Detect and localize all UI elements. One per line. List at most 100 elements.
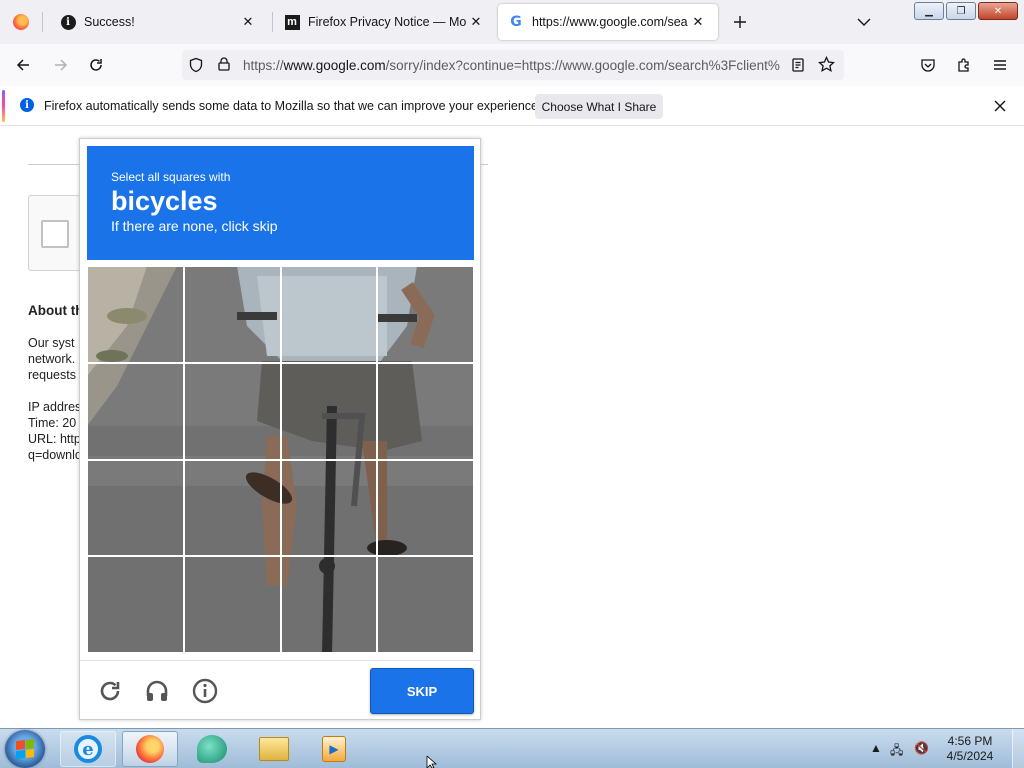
captcha-tile[interactable] bbox=[280, 556, 378, 653]
taskbar-firefox[interactable] bbox=[122, 731, 178, 767]
puzzle-icon bbox=[958, 58, 969, 72]
captcha-tile[interactable] bbox=[183, 362, 281, 460]
captcha-tile[interactable] bbox=[377, 459, 474, 557]
challenge-footer: SKIP bbox=[80, 660, 480, 720]
google-g-icon: G bbox=[510, 14, 522, 30]
captcha-challenge: Select all squares with bicycles If ther… bbox=[79, 138, 481, 720]
reader-view-icon[interactable] bbox=[790, 57, 806, 76]
firefox-view-button[interactable] bbox=[0, 0, 42, 44]
about-line: network. bbox=[28, 352, 76, 366]
reload-icon bbox=[90, 59, 102, 71]
tile-grid bbox=[87, 266, 474, 653]
window-controls: ▁ ❐ ✕ bbox=[914, 2, 1018, 20]
captcha-tile[interactable] bbox=[87, 266, 184, 363]
system-tray: ▲ 🖧 🔇 4:56 PM 4/5/2024 bbox=[866, 729, 1016, 768]
challenge-header: Select all squares with bicycles If ther… bbox=[87, 146, 474, 260]
lock-icon[interactable] bbox=[216, 56, 232, 75]
captcha-tile[interactable] bbox=[87, 459, 184, 557]
taskbar-file-explorer[interactable] bbox=[246, 731, 302, 767]
reload-button[interactable] bbox=[83, 52, 109, 78]
tab-privacy-notice[interactable]: m Firefox Privacy Notice — Mozilla ✕ bbox=[274, 4, 496, 40]
chevron-down-icon bbox=[857, 18, 871, 26]
forward-button[interactable] bbox=[48, 52, 74, 78]
close-icon[interactable] bbox=[990, 96, 1010, 116]
show-hidden-icons-icon[interactable]: ▲ bbox=[870, 741, 882, 755]
tab-success[interactable]: i Success! ✕ bbox=[50, 4, 268, 40]
folder-icon bbox=[259, 737, 289, 761]
recaptcha-checkbox[interactable] bbox=[41, 220, 69, 248]
windows-taskbar: e ▶ ▲ 🖧 🔇 4:56 PM 4/5/2024 bbox=[0, 728, 1024, 768]
firefox-icon bbox=[136, 735, 164, 763]
hamburger-menu-icon bbox=[994, 60, 1006, 70]
taskbar-chat-app[interactable] bbox=[184, 731, 240, 767]
clock[interactable]: 4:56 PM 4/5/2024 bbox=[936, 734, 1004, 764]
details-line: URL: http bbox=[28, 432, 81, 446]
back-arrow-icon bbox=[16, 59, 29, 71]
choose-what-i-share-button[interactable]: Choose What I Share bbox=[535, 94, 663, 119]
challenge-hint: If there are none, click skip bbox=[111, 218, 278, 234]
firefox-logo-icon bbox=[13, 14, 29, 30]
captcha-tile[interactable] bbox=[87, 556, 184, 653]
about-heading: About th bbox=[28, 303, 84, 318]
notification-accent bbox=[2, 90, 5, 122]
mouse-cursor-icon bbox=[426, 756, 438, 768]
tab-close-icon[interactable]: ✕ bbox=[466, 12, 486, 32]
reload-challenge-icon[interactable] bbox=[96, 677, 124, 705]
tab-close-icon[interactable]: ✕ bbox=[238, 12, 258, 32]
captcha-tile[interactable] bbox=[377, 556, 474, 653]
start-button[interactable] bbox=[5, 730, 45, 768]
bookmark-star-icon[interactable] bbox=[818, 55, 835, 76]
chat-app-icon bbox=[197, 735, 227, 763]
close-window-button[interactable]: ✕ bbox=[978, 2, 1018, 20]
tab-close-icon[interactable]: ✕ bbox=[688, 12, 708, 32]
navigation-toolbar: https://www.google.com/sorry/index?conti… bbox=[0, 44, 1024, 86]
restore-button[interactable]: ❐ bbox=[946, 2, 976, 20]
tab-google[interactable]: G https://www.google.com/search?client=f… bbox=[498, 4, 718, 40]
tracking-protection-shield-icon[interactable] bbox=[188, 57, 204, 76]
back-button[interactable] bbox=[10, 52, 36, 78]
captcha-tile[interactable] bbox=[183, 266, 281, 363]
details-line: Time: 20 bbox=[28, 416, 77, 430]
captcha-tile[interactable] bbox=[87, 362, 184, 460]
taskbar-media-player[interactable]: ▶ bbox=[306, 731, 362, 767]
tab-strip: i Success! ✕ m Firefox Privacy Notice — … bbox=[0, 0, 1024, 44]
pocket-icon bbox=[921, 59, 935, 72]
new-tab-button[interactable] bbox=[728, 10, 752, 34]
details-line: IP addres bbox=[28, 400, 82, 414]
captcha-tile[interactable] bbox=[183, 556, 281, 653]
challenge-keyword: bicycles bbox=[111, 186, 218, 216]
tab-title: Firefox Privacy Notice — Mozilla bbox=[308, 15, 466, 29]
app-menu-button[interactable] bbox=[987, 52, 1013, 78]
captcha-tile[interactable] bbox=[280, 362, 378, 460]
notification-text: Firefox automatically sends some data to… bbox=[44, 99, 542, 113]
info-circle-icon[interactable] bbox=[191, 677, 219, 705]
captcha-tile[interactable] bbox=[377, 362, 474, 460]
clock-time: 4:56 PM bbox=[947, 734, 993, 748]
plus-icon bbox=[734, 16, 746, 28]
url-bar[interactable]: https://www.google.com/sorry/index?conti… bbox=[182, 50, 844, 80]
image-grid bbox=[87, 266, 474, 653]
captcha-tile[interactable] bbox=[377, 266, 474, 363]
internet-explorer-icon: e bbox=[74, 735, 102, 763]
network-icon[interactable]: 🖧 bbox=[890, 741, 903, 762]
pocket-button[interactable] bbox=[915, 52, 941, 78]
captcha-tile[interactable] bbox=[280, 266, 378, 363]
page-content: About th Our syst network. requests IP a… bbox=[0, 127, 1024, 728]
extensions-button[interactable] bbox=[951, 52, 977, 78]
tab-title: Success! bbox=[84, 15, 135, 29]
mozilla-m-icon: m bbox=[284, 14, 300, 30]
windows-logo-icon bbox=[16, 739, 34, 759]
skip-button[interactable]: SKIP bbox=[370, 668, 474, 714]
tab-title: https://www.google.com/search?client=fir… bbox=[532, 15, 688, 29]
captcha-tile[interactable] bbox=[280, 459, 378, 557]
info-icon: i bbox=[60, 14, 76, 30]
headphones-icon[interactable] bbox=[143, 677, 171, 705]
captcha-tile[interactable] bbox=[183, 459, 281, 557]
challenge-instruction: Select all squares with bbox=[111, 170, 231, 184]
show-desktop-button[interactable] bbox=[1012, 729, 1024, 768]
url-text[interactable]: https://www.google.com/sorry/index?conti… bbox=[243, 58, 780, 73]
minimize-button[interactable]: ▁ bbox=[914, 2, 944, 20]
list-all-tabs-button[interactable] bbox=[854, 10, 874, 34]
taskbar-internet-explorer[interactable]: e bbox=[60, 731, 116, 767]
volume-muted-icon[interactable]: 🔇 bbox=[914, 741, 929, 755]
